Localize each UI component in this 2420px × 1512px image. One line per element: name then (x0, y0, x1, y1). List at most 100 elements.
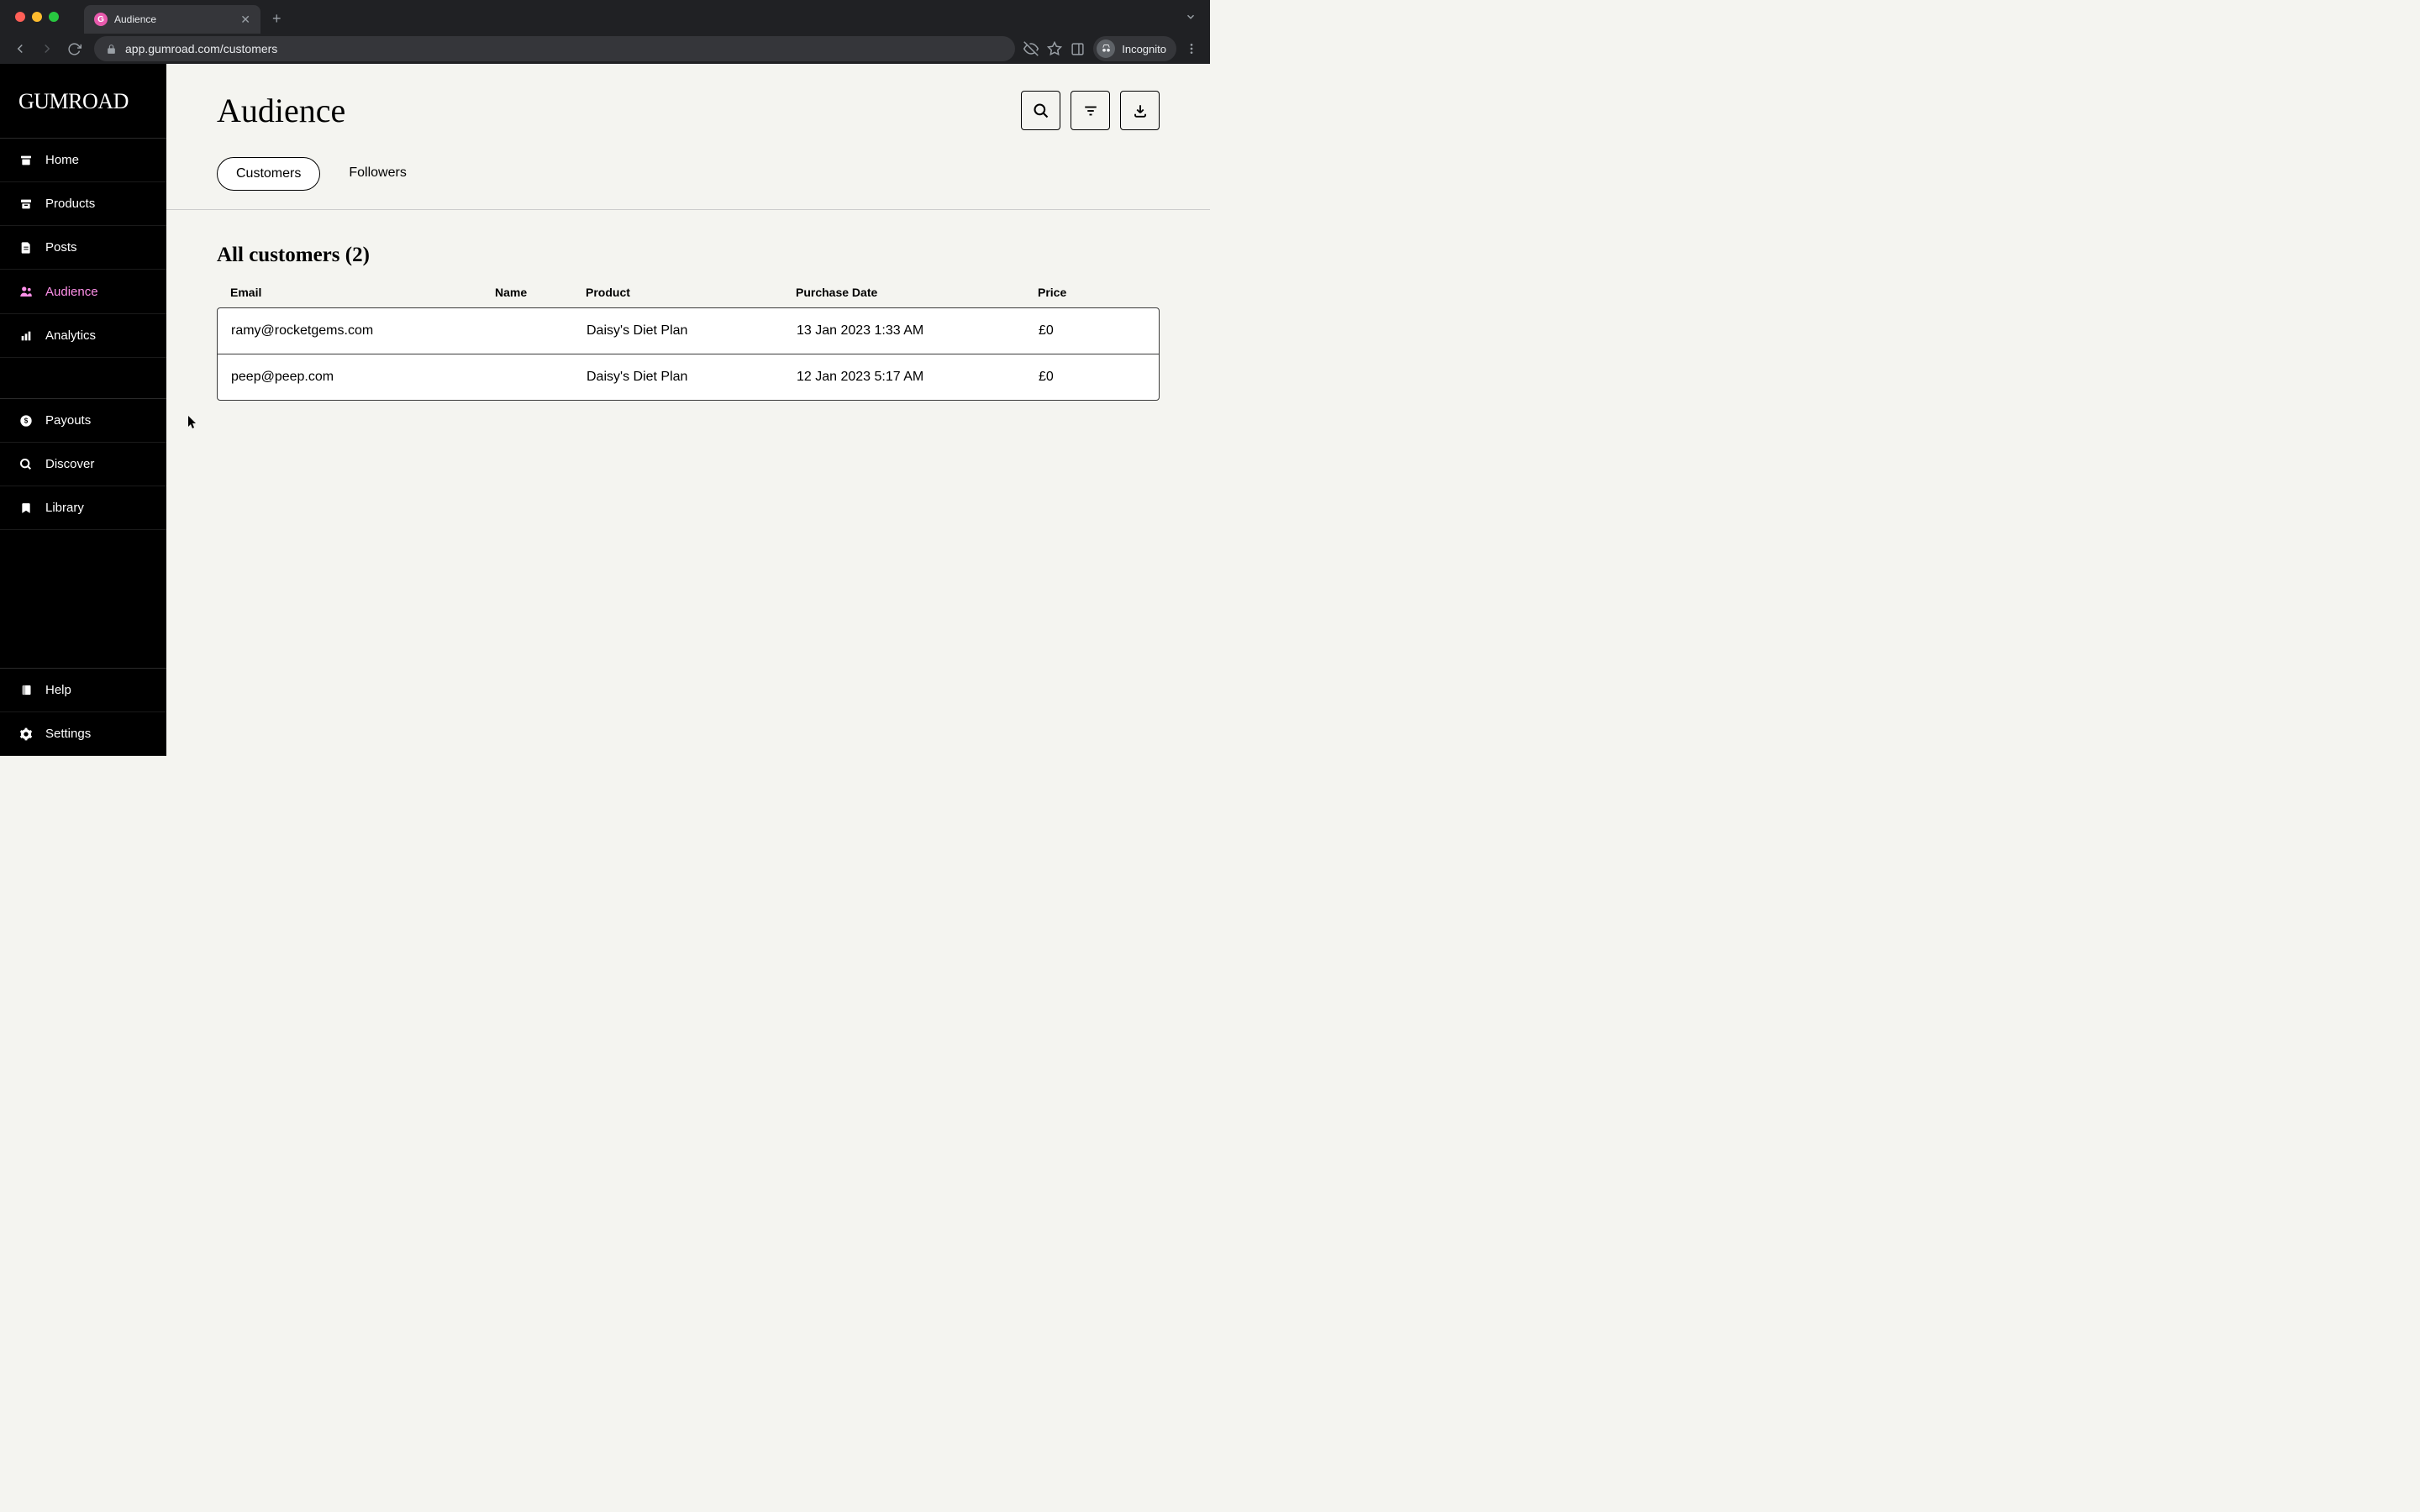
cell-date: 12 Jan 2023 5:17 AM (797, 370, 1039, 385)
tab-title: Audience (114, 13, 234, 25)
menu-icon[interactable] (1185, 42, 1198, 55)
svg-text:$: $ (24, 417, 29, 424)
bookmark-icon (18, 501, 34, 515)
page-header: Audience (166, 64, 1210, 130)
cell-name (496, 323, 587, 339)
tabs: Customers Followers (166, 157, 1210, 210)
home-icon (18, 154, 34, 167)
download-button[interactable] (1120, 91, 1160, 130)
content: All customers (2) Email Name Product Pur… (166, 210, 1210, 434)
sidebar-item-label: Products (45, 197, 95, 211)
tab-label: Customers (236, 166, 301, 181)
reload-button[interactable] (62, 37, 86, 60)
table-header-row: Email Name Product Purchase Date Price (217, 286, 1160, 307)
download-icon (1133, 103, 1148, 118)
cell-product: Daisy's Diet Plan (587, 323, 797, 339)
archive-icon (18, 197, 34, 211)
tab-followers[interactable]: Followers (330, 157, 424, 191)
sidebar-item-payouts[interactable]: $ Payouts (0, 399, 166, 443)
nav-section-main: Home Products Posts Audience Analytics (0, 138, 166, 358)
sidebar-item-help[interactable]: Help (0, 669, 166, 712)
browser-tab[interactable]: G Audience ✕ (84, 5, 260, 34)
tabs-dropdown-icon[interactable] (1185, 11, 1197, 23)
cell-name (496, 370, 587, 385)
incognito-badge[interactable]: Incognito (1093, 36, 1176, 61)
sidebar-item-label: Audience (45, 285, 98, 299)
col-header-date[interactable]: Purchase Date (796, 286, 1038, 299)
header-actions (1021, 91, 1160, 130)
sidebar-item-home[interactable]: Home (0, 139, 166, 182)
search-icon (18, 458, 34, 471)
sidebar-item-library[interactable]: Library (0, 486, 166, 530)
cell-price: £0 (1039, 323, 1145, 339)
tab-bar: G Audience ✕ + (0, 0, 1210, 34)
col-header-email[interactable]: Email (230, 286, 495, 299)
incognito-label: Incognito (1122, 43, 1166, 55)
sidebar-item-label: Settings (45, 727, 91, 741)
sidebar-item-settings[interactable]: Settings (0, 712, 166, 756)
chart-icon (18, 329, 34, 343)
sidebar: GUMROAD Home Products Posts Audience Ana… (0, 64, 166, 756)
file-icon (18, 241, 34, 255)
cell-price: £0 (1039, 370, 1145, 385)
sidebar-item-label: Payouts (45, 413, 91, 428)
nav-section-bottom: Help Settings (0, 668, 166, 756)
logo[interactable]: GUMROAD (0, 64, 166, 138)
main-content: Audience Customers Followers (166, 64, 1210, 756)
gear-icon (18, 727, 34, 741)
cell-date: 13 Jan 2023 1:33 AM (797, 323, 1039, 339)
address-bar-row: app.gumroad.com/customers Incognito (0, 34, 1210, 64)
col-header-product[interactable]: Product (586, 286, 796, 299)
sidebar-item-label: Library (45, 501, 84, 515)
incognito-icon (1097, 39, 1115, 58)
book-icon (18, 684, 34, 696)
logo-text: GUMROAD (18, 89, 148, 114)
sidebar-item-analytics[interactable]: Analytics (0, 314, 166, 358)
window-close-icon[interactable] (15, 12, 25, 22)
search-button[interactable] (1021, 91, 1060, 130)
sidebar-item-products[interactable]: Products (0, 182, 166, 226)
page-title: Audience (217, 91, 345, 130)
sidebar-item-label: Help (45, 683, 71, 697)
favicon-icon: G (94, 13, 108, 26)
lock-icon (106, 44, 117, 55)
close-icon[interactable]: ✕ (240, 13, 250, 27)
cell-email: ramy@rocketgems.com (231, 323, 496, 339)
table-body: ramy@rocketgems.com Daisy's Diet Plan 13… (217, 307, 1160, 401)
sidebar-item-posts[interactable]: Posts (0, 226, 166, 270)
new-tab-button[interactable]: + (272, 10, 281, 28)
star-icon[interactable] (1047, 41, 1062, 56)
table-row[interactable]: ramy@rocketgems.com Daisy's Diet Plan 13… (218, 308, 1159, 354)
sidebar-item-label: Discover (45, 457, 94, 471)
back-button[interactable] (8, 37, 32, 60)
addr-bar-right: Incognito (1023, 36, 1202, 61)
eye-off-icon[interactable] (1023, 41, 1039, 56)
tab-customers[interactable]: Customers (217, 157, 320, 191)
browser-chrome: G Audience ✕ + app.gumroad.com/customers (0, 0, 1210, 64)
tab-label: Followers (349, 165, 406, 180)
section-title: All customers (2) (217, 244, 1160, 267)
sidebar-item-label: Analytics (45, 328, 96, 343)
window-minimize-icon[interactable] (32, 12, 42, 22)
forward-button[interactable] (35, 37, 59, 60)
search-icon (1033, 102, 1050, 119)
window-maximize-icon[interactable] (49, 12, 59, 22)
cell-product: Daisy's Diet Plan (587, 370, 797, 385)
app: GUMROAD Home Products Posts Audience Ana… (0, 64, 1210, 756)
sidebar-item-label: Home (45, 153, 79, 167)
col-header-name[interactable]: Name (495, 286, 586, 299)
sidebar-item-discover[interactable]: Discover (0, 443, 166, 486)
sidebar-item-audience[interactable]: Audience (0, 270, 166, 314)
users-icon (18, 284, 34, 299)
traffic-lights (8, 12, 67, 22)
table-row[interactable]: peep@peep.com Daisy's Diet Plan 12 Jan 2… (218, 354, 1159, 400)
panel-icon[interactable] (1071, 42, 1085, 56)
col-header-price[interactable]: Price (1038, 286, 1146, 299)
url-text: app.gumroad.com/customers (125, 42, 277, 55)
nav-section-secondary: $ Payouts Discover Library (0, 398, 166, 530)
filter-button[interactable] (1071, 91, 1110, 130)
url-bar[interactable]: app.gumroad.com/customers (94, 36, 1015, 61)
dollar-icon: $ (18, 414, 34, 428)
cell-email: peep@peep.com (231, 370, 496, 385)
sidebar-item-label: Posts (45, 240, 77, 255)
